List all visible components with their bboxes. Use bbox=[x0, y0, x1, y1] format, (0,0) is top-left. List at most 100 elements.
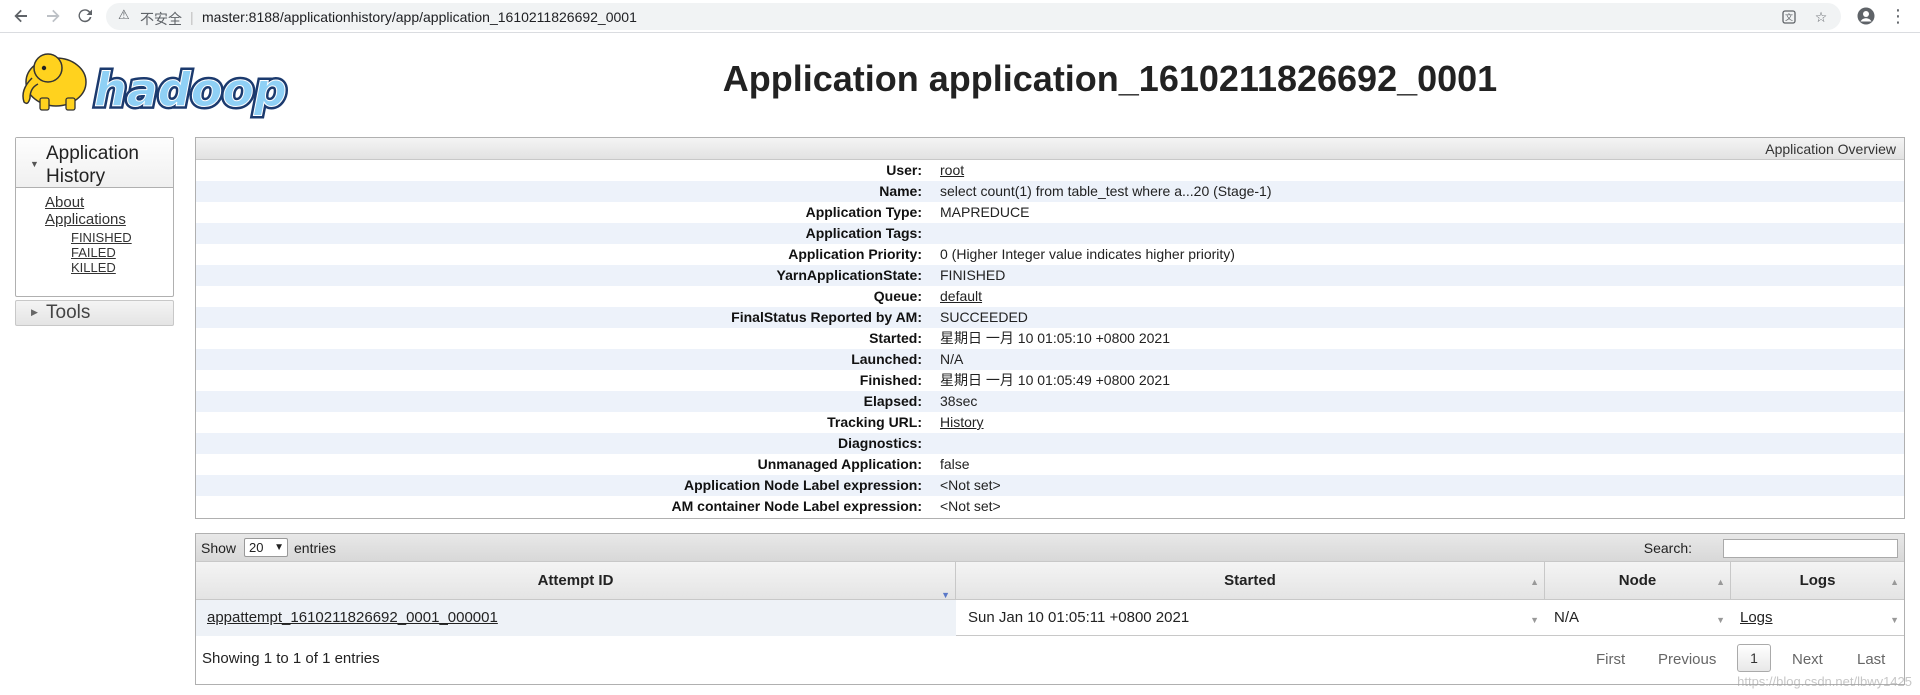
pagination-next[interactable]: Next bbox=[1792, 651, 1823, 668]
nav-section-tools[interactable]: ▶ Tools bbox=[15, 300, 174, 326]
overview-key: FinalStatus Reported by AM: bbox=[731, 309, 922, 325]
nav-section-application-history[interactable]: ▼ Application History bbox=[16, 138, 173, 188]
bookmark-star-icon[interactable]: ☆ bbox=[1811, 7, 1831, 27]
forward-icon[interactable] bbox=[42, 5, 64, 27]
nav-link-about[interactable]: About bbox=[45, 194, 84, 211]
overview-value-link[interactable]: root bbox=[940, 160, 964, 181]
overview-row: YarnApplicationState: FINISHED bbox=[196, 265, 1904, 286]
column-header-started[interactable]: Started ▲ ▼ bbox=[956, 562, 1545, 625]
menu-kebab-icon[interactable]: ⋮ bbox=[1887, 5, 1909, 27]
pagination-last[interactable]: Last bbox=[1857, 651, 1885, 668]
reload-icon[interactable] bbox=[74, 5, 96, 27]
overview-key: User: bbox=[886, 162, 922, 178]
overview-row: Name: select count(1) from table_test whe… bbox=[196, 181, 1904, 202]
nav-link-finished[interactable]: FINISHED bbox=[71, 230, 132, 245]
column-header-logs[interactable]: Logs ▲ ▼ bbox=[1731, 562, 1904, 625]
nav-section-label: Application History bbox=[46, 143, 139, 187]
nav-link-failed[interactable]: FAILED bbox=[71, 245, 116, 260]
search-input[interactable] bbox=[1723, 539, 1898, 558]
logs-link[interactable]: Logs bbox=[1740, 609, 1773, 626]
column-label: Attempt ID bbox=[537, 572, 614, 589]
expanded-triangle-icon: ▼ bbox=[30, 159, 39, 169]
cell-logs: Logs bbox=[1740, 600, 1773, 636]
overview-header-label: Application Overview bbox=[1765, 141, 1896, 157]
overview-row: Started: 星期日 一月 10 01:05:10 +0800 2021 bbox=[196, 328, 1904, 349]
overview-key: AM container Node Label expression: bbox=[671, 498, 923, 514]
overview-row: Queue: default bbox=[196, 286, 1904, 307]
nav-panel: ▼ Application History About Applications… bbox=[15, 137, 174, 297]
overview-value-link[interactable]: History bbox=[940, 412, 984, 433]
overview-key: Diagnostics: bbox=[837, 435, 922, 451]
column-header-node[interactable]: Node ▲ ▼ bbox=[1545, 562, 1731, 625]
overview-value: 星期日 一月 10 01:05:10 +0800 2021 bbox=[940, 330, 1170, 346]
overview-value: SUCCEEDED bbox=[940, 309, 1028, 325]
column-header-attempt-id[interactable]: Attempt ID ▼ bbox=[196, 562, 956, 600]
overview-row: Diagnostics: bbox=[196, 433, 1904, 454]
overview-value-link[interactable]: default bbox=[940, 286, 982, 307]
pagination-first[interactable]: First bbox=[1596, 651, 1625, 668]
overview-header: Application Overview bbox=[196, 138, 1904, 160]
watermark: https://blog.csdn.net/lbwy1425 bbox=[1737, 674, 1912, 689]
overview-value: 星期日 一月 10 01:05:49 +0800 2021 bbox=[940, 372, 1170, 388]
nav-link-applications[interactable]: Applications bbox=[45, 211, 126, 228]
address-bar[interactable]: ⚠ 不安全 | master:8188/applicationhistory/a… bbox=[106, 3, 1841, 30]
url-text[interactable]: master:8188/applicationhistory/app/appli… bbox=[202, 9, 637, 25]
overview-key: Finished: bbox=[859, 372, 922, 388]
overview-row: AM container Node Label expression: <Not … bbox=[196, 496, 1904, 517]
pagination-current-page[interactable]: 1 bbox=[1737, 644, 1771, 672]
column-label: Started bbox=[1224, 572, 1276, 589]
translate-icon[interactable]: 文 bbox=[1779, 7, 1799, 27]
overview-row: Application Type: MAPREDUCE bbox=[196, 202, 1904, 223]
overview-key: Application Priority: bbox=[788, 246, 922, 262]
overview-value: 0 (Higher Integer value indicates higher… bbox=[940, 246, 1235, 262]
pagination-previous[interactable]: Previous bbox=[1658, 651, 1716, 668]
overview-key: YarnApplicationState: bbox=[776, 267, 922, 283]
overview-value: 38sec bbox=[940, 393, 978, 409]
back-icon[interactable] bbox=[10, 5, 32, 27]
overview-key: Elapsed: bbox=[863, 393, 922, 409]
overview-row: Tracking URL: History bbox=[196, 412, 1904, 433]
overview-value: FINISHED bbox=[940, 267, 1006, 283]
overview-key: Started: bbox=[869, 330, 922, 346]
page-size-select[interactable]: 20 ▼ bbox=[244, 538, 288, 557]
overview-key: Name: bbox=[879, 183, 922, 199]
page-title: Application application_1610211826692_00… bbox=[722, 58, 1498, 99]
overview-key: Application Type: bbox=[805, 204, 922, 220]
overview-value: <Not set> bbox=[940, 477, 1001, 493]
overview-row: Elapsed: 38sec bbox=[196, 391, 1904, 412]
account-icon[interactable] bbox=[1855, 5, 1877, 27]
cell-started: Sun Jan 10 01:05:11 +0800 2021 bbox=[968, 609, 1190, 626]
nav-link-killed[interactable]: KILLED bbox=[71, 260, 116, 275]
table-controls: Show 20 ▼ entries Search: bbox=[196, 534, 1904, 562]
overview-value: MAPREDUCE bbox=[940, 204, 1030, 220]
overview-row: Application Tags: bbox=[196, 223, 1904, 244]
overview-key: Application Node Label expression: bbox=[683, 477, 922, 493]
attempt-link[interactable]: appattempt_1610211826692_0001_000001 bbox=[207, 609, 498, 626]
overview-value: <Not set> bbox=[940, 498, 1001, 514]
overview-row: Unmanaged Application: false bbox=[196, 454, 1904, 475]
overview-row: Finished: 星期日 一月 10 01:05:49 +0800 2021 bbox=[196, 370, 1904, 391]
warning-icon: ⚠ bbox=[118, 7, 130, 22]
application-overview-table: Application Overview User: root Name: selec… bbox=[195, 137, 1905, 519]
overview-row: Application Priority: 0 (Higher Integer v… bbox=[196, 244, 1904, 265]
entries-label: entries bbox=[294, 540, 337, 556]
overview-key: Launched: bbox=[851, 351, 922, 367]
search-label: Search: bbox=[1643, 540, 1692, 556]
hadoop-logo: hadoop hadoop bbox=[14, 40, 314, 120]
overview-key: Queue: bbox=[873, 288, 922, 304]
overview-value: false bbox=[940, 456, 970, 472]
overview-key: Application Tags: bbox=[805, 225, 922, 241]
overview-key: Unmanaged Application: bbox=[757, 456, 922, 472]
overview-row: FinalStatus Reported by AM: SUCCEEDED bbox=[196, 307, 1904, 328]
tools-label: Tools bbox=[46, 302, 91, 323]
column-label: Logs bbox=[1799, 572, 1836, 589]
security-label: 不安全 bbox=[140, 11, 182, 27]
table-info: Showing 1 to 1 of 1 entries bbox=[202, 650, 380, 667]
chevron-down-icon: ▼ bbox=[274, 542, 284, 553]
overview-row: User: root bbox=[196, 160, 1904, 181]
svg-text:hadoop: hadoop bbox=[94, 63, 287, 117]
overview-value: N/A bbox=[940, 351, 964, 367]
overview-row: Launched: N/A bbox=[196, 349, 1904, 370]
table-row: appattempt_1610211826692_0001_000001 Sun… bbox=[196, 600, 1904, 636]
svg-text:文: 文 bbox=[1785, 12, 1793, 22]
